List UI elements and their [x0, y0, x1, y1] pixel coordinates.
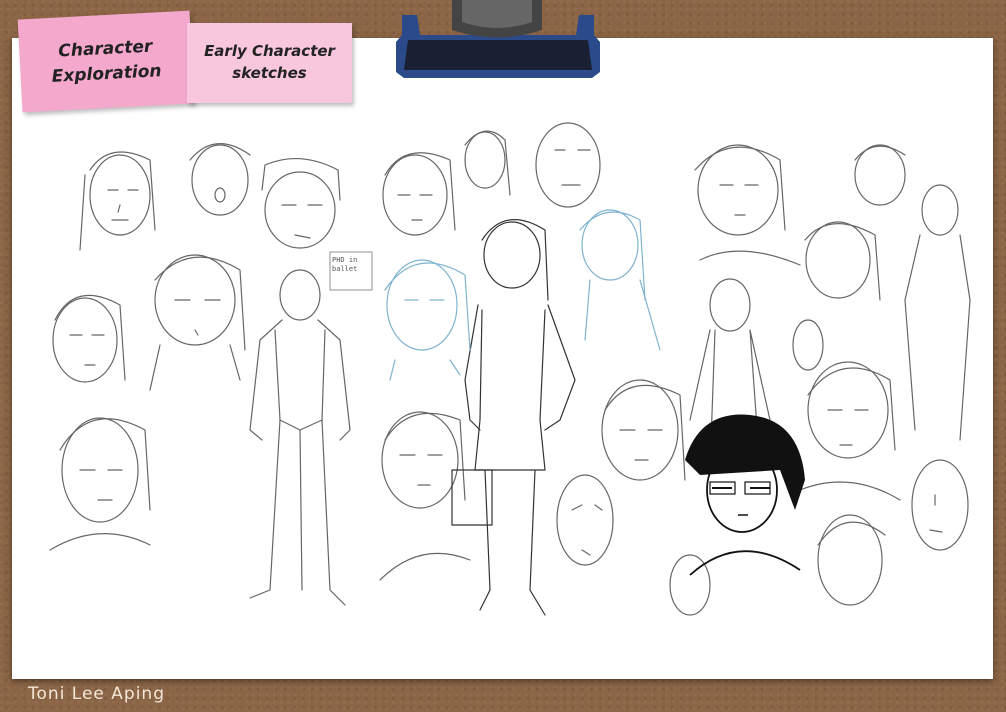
- sketch-head-17: [817, 514, 886, 606]
- sketch-blue-figure: [579, 209, 661, 351]
- sketch-annotation-text: PHD in ballet: [332, 256, 358, 273]
- sticky-note-title: Character Exploration: [17, 10, 195, 113]
- sketch-head-3: [261, 157, 341, 249]
- note-subtitle-text: Early Character sketches: [204, 42, 335, 82]
- note-title-text: Character Exploration: [51, 36, 162, 87]
- sketch-head-5: [149, 254, 246, 391]
- sketch-head-2: [189, 143, 251, 216]
- sketch-schoolgirl-figure: [451, 219, 576, 616]
- sketch-suited-figure: [249, 269, 351, 606]
- sketch-head-18: [911, 459, 969, 551]
- sketch-head-8: [464, 130, 511, 196]
- sketch-blue-head-1: [384, 259, 471, 381]
- sketch-head-6: [49, 417, 151, 551]
- sketch-head-14: [601, 379, 686, 481]
- sketch-head-19: [792, 319, 824, 371]
- author-name: Toni Lee Aping: [28, 684, 166, 704]
- sketch-standing-figure-right: [904, 184, 971, 441]
- sketch-head-13: [804, 221, 881, 301]
- sketch-head-11: [694, 144, 801, 266]
- binder-clip-icon: [396, 0, 600, 78]
- sketch-head-15: [556, 474, 614, 566]
- sketch-head-1: [79, 151, 156, 251]
- sketch-head-9: [535, 122, 601, 208]
- sketch-head-16: [799, 361, 901, 501]
- sketch-head-4: [52, 294, 126, 383]
- sticky-note-subtitle: Early Character sketches: [187, 23, 352, 103]
- sketch-head-12: [854, 144, 906, 206]
- sketch-inked-head: [685, 414, 805, 576]
- sketch-head-10: [379, 411, 471, 581]
- sketch-head-7: [382, 152, 456, 236]
- sketch-drawings: [49, 122, 971, 616]
